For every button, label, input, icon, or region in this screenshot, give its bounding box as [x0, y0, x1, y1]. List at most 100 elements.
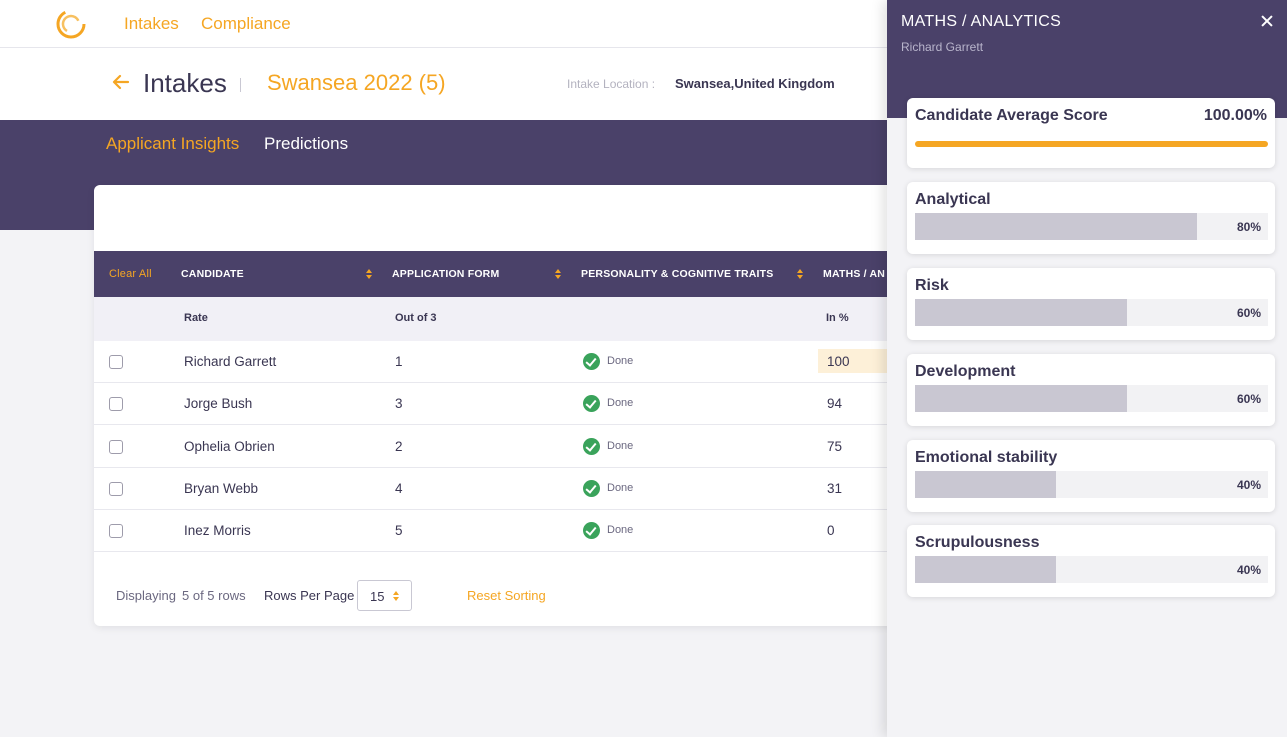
tab-predictions[interactable]: Predictions	[264, 134, 348, 154]
displaying-prefix: Displaying	[116, 588, 176, 603]
row-checkbox[interactable]	[109, 440, 123, 454]
table-subheader: Rate Out of 3 In %	[94, 297, 914, 341]
rows-per-page-label: Rows Per Page	[264, 588, 355, 603]
intake-location-label: Intake Location :	[567, 77, 656, 91]
nav-compliance[interactable]: Compliance	[201, 14, 291, 34]
candidate-name: Jorge Bush	[184, 396, 253, 411]
table-row[interactable]: Ophelia Obrien 2 Done 75	[94, 426, 914, 468]
average-score-bar	[915, 141, 1268, 147]
metric-card: Scrupulousness 40%	[907, 525, 1275, 597]
application-form-score: 2	[395, 439, 403, 454]
candidate-name: Bryan Webb	[184, 481, 259, 496]
column-header-application-form[interactable]: APPLICATION FORM	[392, 268, 499, 280]
sort-icon	[393, 591, 399, 601]
metric-card: Risk 60%	[907, 268, 1275, 340]
close-icon[interactable]	[1258, 12, 1276, 30]
application-form-score: 1	[395, 354, 403, 369]
maths-score[interactable]: 0	[827, 523, 835, 538]
intake-location-value: Swansea,United Kingdom	[675, 76, 835, 91]
metric-fill	[915, 299, 1127, 326]
average-score-value: 100.00%	[1203, 107, 1267, 124]
traits-status: Done	[607, 397, 634, 409]
maths-score[interactable]: 31	[827, 481, 842, 496]
application-form-score: 3	[395, 396, 403, 411]
check-circle-icon	[583, 480, 600, 497]
traits-status: Done	[607, 355, 634, 367]
row-checkbox[interactable]	[109, 397, 123, 411]
application-form-score: 4	[395, 481, 403, 496]
maths-score[interactable]: 100	[827, 354, 850, 369]
metric-label: Emotional stability	[915, 449, 1058, 466]
metric-card: Analytical 80%	[907, 182, 1275, 254]
row-checkbox[interactable]	[109, 482, 123, 496]
metric-card: Emotional stability 40%	[907, 440, 1275, 512]
sort-icon[interactable]	[555, 269, 561, 279]
metric-bar	[915, 299, 1268, 326]
metric-card: Development 60%	[907, 354, 1275, 426]
check-circle-icon	[583, 522, 600, 539]
arrow-left-icon[interactable]	[110, 71, 132, 93]
metric-label: Development	[915, 363, 1016, 380]
table-row[interactable]: Bryan Webb 4 Done 31	[94, 468, 914, 510]
metric-label: Scrupulousness	[915, 534, 1040, 551]
metric-value: 80%	[1236, 220, 1261, 234]
metric-bar	[915, 213, 1268, 240]
metric-bar	[915, 385, 1268, 412]
clear-all-button[interactable]: Clear All	[109, 268, 152, 280]
traits-status: Done	[607, 524, 634, 536]
average-score-fill	[915, 141, 1268, 147]
application-form-score: 5	[395, 523, 403, 538]
metric-value: 60%	[1236, 392, 1261, 406]
page-title: Intakes	[143, 68, 227, 98]
candidate-name: Ophelia Obrien	[184, 439, 275, 454]
row-checkbox[interactable]	[109, 355, 123, 369]
tab-applicant-insights[interactable]: Applicant Insights	[106, 134, 239, 154]
average-score-card: Candidate Average Score 100.00%	[907, 98, 1275, 168]
column-header-candidate[interactable]: CANDIDATE	[181, 268, 244, 280]
panel-subtitle: Richard Garrett	[901, 40, 984, 54]
traits-status: Done	[607, 440, 634, 452]
column-header-personality-traits[interactable]: PERSONALITY & COGNITIVE TRAITS	[581, 268, 774, 280]
average-score-label: Candidate Average Score	[915, 107, 1108, 124]
column-header-maths[interactable]: MATHS / AN	[823, 268, 885, 280]
metric-value: 60%	[1236, 306, 1261, 320]
metric-fill	[915, 385, 1127, 412]
swirl-logo-icon[interactable]	[54, 8, 88, 40]
table-row[interactable]: Richard Garrett 1 Done 100	[94, 341, 914, 383]
metric-fill	[915, 556, 1057, 583]
subheader-rate: Rate	[184, 312, 208, 324]
rows-per-page-select[interactable]: 15	[357, 580, 412, 611]
candidate-name: Richard Garrett	[184, 354, 277, 369]
metric-value: 40%	[1236, 563, 1261, 577]
intake-name: Swansea 2022 (5)	[267, 70, 446, 95]
metric-label: Analytical	[915, 191, 991, 208]
rows-per-page-value: 15	[370, 589, 385, 604]
row-checkbox[interactable]	[109, 524, 123, 538]
metric-fill	[915, 471, 1057, 498]
sort-icon[interactable]	[797, 269, 803, 279]
metric-label: Risk	[915, 277, 949, 294]
sort-icon[interactable]	[366, 269, 372, 279]
metric-bar	[915, 556, 1268, 583]
maths-score[interactable]: 75	[827, 439, 842, 454]
check-circle-icon	[583, 438, 600, 455]
maths-score[interactable]: 94	[827, 396, 842, 411]
metric-value: 40%	[1236, 478, 1261, 492]
metric-bar	[915, 471, 1268, 498]
reset-sorting-link[interactable]: Reset Sorting	[467, 588, 546, 603]
applicants-table-card: Clear All CANDIDATE APPLICATION FORM PER…	[94, 185, 914, 626]
nav-intakes[interactable]: Intakes	[124, 14, 179, 34]
subheader-out-of-3: Out of 3	[395, 312, 437, 324]
title-divider	[240, 78, 241, 92]
candidate-name: Inez Morris	[184, 523, 251, 538]
table-row[interactable]: Inez Morris 5 Done 0	[94, 510, 914, 552]
check-circle-icon	[583, 395, 600, 412]
metric-fill	[915, 213, 1198, 240]
panel-title: MATHS / ANALYTICS	[901, 13, 1062, 30]
subheader-in-percent: In %	[826, 312, 849, 324]
table-row[interactable]: Jorge Bush 3 Done 94	[94, 383, 914, 425]
maths-analytics-panel: MATHS / ANALYTICS Richard Garrett Candid…	[887, 0, 1287, 737]
traits-status: Done	[607, 482, 634, 494]
table-header: Clear All CANDIDATE APPLICATION FORM PER…	[94, 251, 914, 297]
check-circle-icon	[583, 353, 600, 370]
